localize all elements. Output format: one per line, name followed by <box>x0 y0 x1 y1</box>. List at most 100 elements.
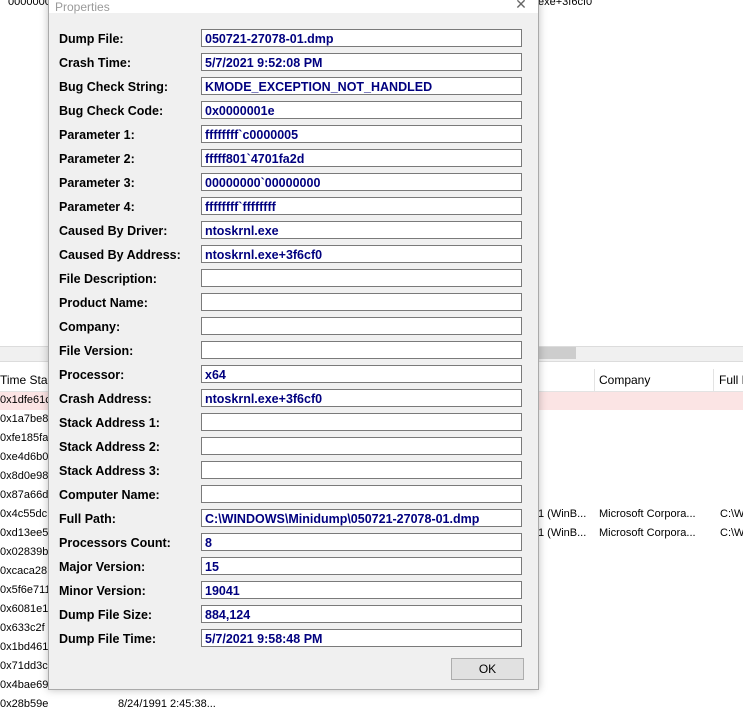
field-label: Product Name: <box>59 296 148 310</box>
field-value[interactable]: 0x0000001e <box>201 101 522 119</box>
table-row[interactable]: 0x28b59e22 8/24/1991 2:45:38... <box>0 696 743 714</box>
field-value[interactable] <box>201 461 522 479</box>
time-stamp-cell: 0x5f6e711 <box>0 584 48 596</box>
field-label: Stack Address 2: <box>59 440 160 454</box>
cell: 1 (WinB... <box>538 527 587 539</box>
field-label: Full Path: <box>59 512 116 526</box>
field-label: Stack Address 3: <box>59 464 160 478</box>
cell: 1 (WinB... <box>538 508 587 520</box>
field-value[interactable] <box>201 437 522 455</box>
field-value[interactable]: x64 <box>201 365 522 383</box>
field-label: Bug Check String: <box>59 80 169 94</box>
field-row: Bug Check String: KMODE_EXCEPTION_NOT_HAN… <box>59 77 525 97</box>
time-stamp-cell: 0x28b59e22 <box>0 698 48 710</box>
field-label: Parameter 2: <box>59 152 135 166</box>
field-value[interactable]: ffffffff`ffffffff <box>201 197 522 215</box>
field-row: File Description: <box>59 269 525 289</box>
field-label: File Description: <box>59 272 157 286</box>
field-label: Caused By Address: <box>59 248 181 262</box>
time-stamp-cell: 0xfe185fa <box>0 432 48 444</box>
field-row: Caused By Driver: ntoskrnl.exe <box>59 221 525 241</box>
field-row: Caused By Address: ntoskrnl.exe+3f6cf0 <box>59 245 525 265</box>
field-value[interactable]: 5/7/2021 9:52:08 PM <box>201 53 522 71</box>
field-label: Major Version: <box>59 560 146 574</box>
field-row: File Version: <box>59 341 525 361</box>
field-value[interactable]: ntoskrnl.exe+3f6cf0 <box>201 245 522 263</box>
close-button[interactable]: ✕ <box>508 0 534 13</box>
ok-button[interactable]: OK <box>451 658 524 680</box>
company-cell: Microsoft Corpora... <box>599 527 696 539</box>
field-row: Company: <box>59 317 525 337</box>
field-row: Parameter 3: 00000000`00000000 <box>59 173 525 193</box>
field-value[interactable]: 19041 <box>201 581 522 599</box>
time-stamp-cell: 0xe4d6b0 <box>0 451 48 463</box>
field-value[interactable]: ntoskrnl.exe <box>201 221 522 239</box>
time-stamp-cell: 0x02839b <box>0 546 48 558</box>
column-header-full-path[interactable]: Full P <box>719 369 743 391</box>
background-list-text: 0000000 <box>8 0 51 8</box>
field-row: Processor: x64 <box>59 365 525 385</box>
field-value[interactable] <box>201 317 522 335</box>
time-stamp-cell: 0x4c55dc <box>0 508 48 520</box>
scrollbar-thumb[interactable] <box>538 347 576 359</box>
field-row: Dump File Size: 884,124 <box>59 605 525 625</box>
field-value[interactable] <box>201 485 522 503</box>
field-label: Dump File Size: <box>59 608 153 622</box>
properties-dialog: Properties ✕ Dump File: 050721-27078-01.d… <box>48 0 539 690</box>
field-label: Dump File Time: <box>59 632 157 646</box>
field-value[interactable]: 00000000`00000000 <box>201 173 522 191</box>
field-row: Computer Name: <box>59 485 525 505</box>
field-value[interactable]: ffffffff`c0000005 <box>201 125 522 143</box>
field-label: Crash Time: <box>59 56 132 70</box>
full-path-cell: C:\W <box>720 508 743 520</box>
field-value[interactable]: KMODE_EXCEPTION_NOT_HANDLED <box>201 77 522 95</box>
field-row: Parameter 1: ffffffff`c0000005 <box>59 125 525 145</box>
time-stamp-cell: 0x87a66d <box>0 489 48 501</box>
field-row: Stack Address 1: <box>59 413 525 433</box>
field-label: Processors Count: <box>59 536 171 550</box>
field-label: Company: <box>59 320 121 334</box>
field-value[interactable]: fffff801`4701fa2d <box>201 149 522 167</box>
field-value[interactable]: 5/7/2021 9:58:48 PM <box>201 629 522 647</box>
time-stamp-cell: 0x1a7be8 <box>0 413 48 425</box>
field-value[interactable]: 050721-27078-01.dmp <box>201 29 522 47</box>
time-stamp-cell: 0x6081e1 <box>0 603 48 615</box>
field-row: Dump File: 050721-27078-01.dmp <box>59 29 525 49</box>
field-value[interactable]: 8 <box>201 533 522 551</box>
field-value[interactable]: C:\WINDOWS\Minidump\050721-27078-01.dmp <box>201 509 522 527</box>
field-row: Bug Check Code: 0x0000001e <box>59 101 525 121</box>
field-value[interactable]: 884,124 <box>201 605 522 623</box>
field-label: Parameter 3: <box>59 176 135 190</box>
field-row: Product Name: <box>59 293 525 313</box>
field-value[interactable]: 15 <box>201 557 522 575</box>
time-stamp-cell: 0x1dfe61c <box>0 394 48 406</box>
field-value[interactable] <box>201 413 522 431</box>
field-row: Stack Address 2: <box>59 437 525 457</box>
time-stamp-cell: 0xcaca28 <box>0 565 48 577</box>
field-row: Crash Time: 5/7/2021 9:52:08 PM <box>59 53 525 73</box>
field-label: Dump File: <box>59 32 124 46</box>
field-label: Computer Name: <box>59 488 160 502</box>
full-path-cell: C:\W <box>720 527 743 539</box>
field-label: Minor Version: <box>59 584 146 598</box>
field-label: Caused By Driver: <box>59 224 168 238</box>
column-header-time-stamp[interactable]: Time Stam <box>0 369 49 391</box>
field-value[interactable] <box>201 341 522 359</box>
time-stamp-cell: 0x71dd3c <box>0 660 48 672</box>
field-label: Parameter 1: <box>59 128 135 142</box>
time-stamp-cell: 0x633c2f <box>0 622 45 634</box>
field-label: File Version: <box>59 344 134 358</box>
field-value[interactable]: ntoskrnl.exe+3f6cf0 <box>201 389 522 407</box>
field-row: Parameter 4: ffffffff`ffffffff <box>59 197 525 217</box>
field-row: Processors Count: 8 <box>59 533 525 553</box>
column-header[interactable] <box>538 369 595 391</box>
company-cell: Microsoft Corpora... <box>599 508 696 520</box>
date-cell: 8/24/1991 2:45:38... <box>118 698 216 710</box>
title-bar[interactable]: Properties ✕ <box>49 0 538 14</box>
time-stamp-cell: 0x4bae691 <box>0 679 48 691</box>
field-label: Parameter 4: <box>59 200 135 214</box>
field-value[interactable] <box>201 269 522 287</box>
field-row: Parameter 2: fffff801`4701fa2d <box>59 149 525 169</box>
column-header-company[interactable]: Company <box>599 369 714 391</box>
field-value[interactable] <box>201 293 522 311</box>
